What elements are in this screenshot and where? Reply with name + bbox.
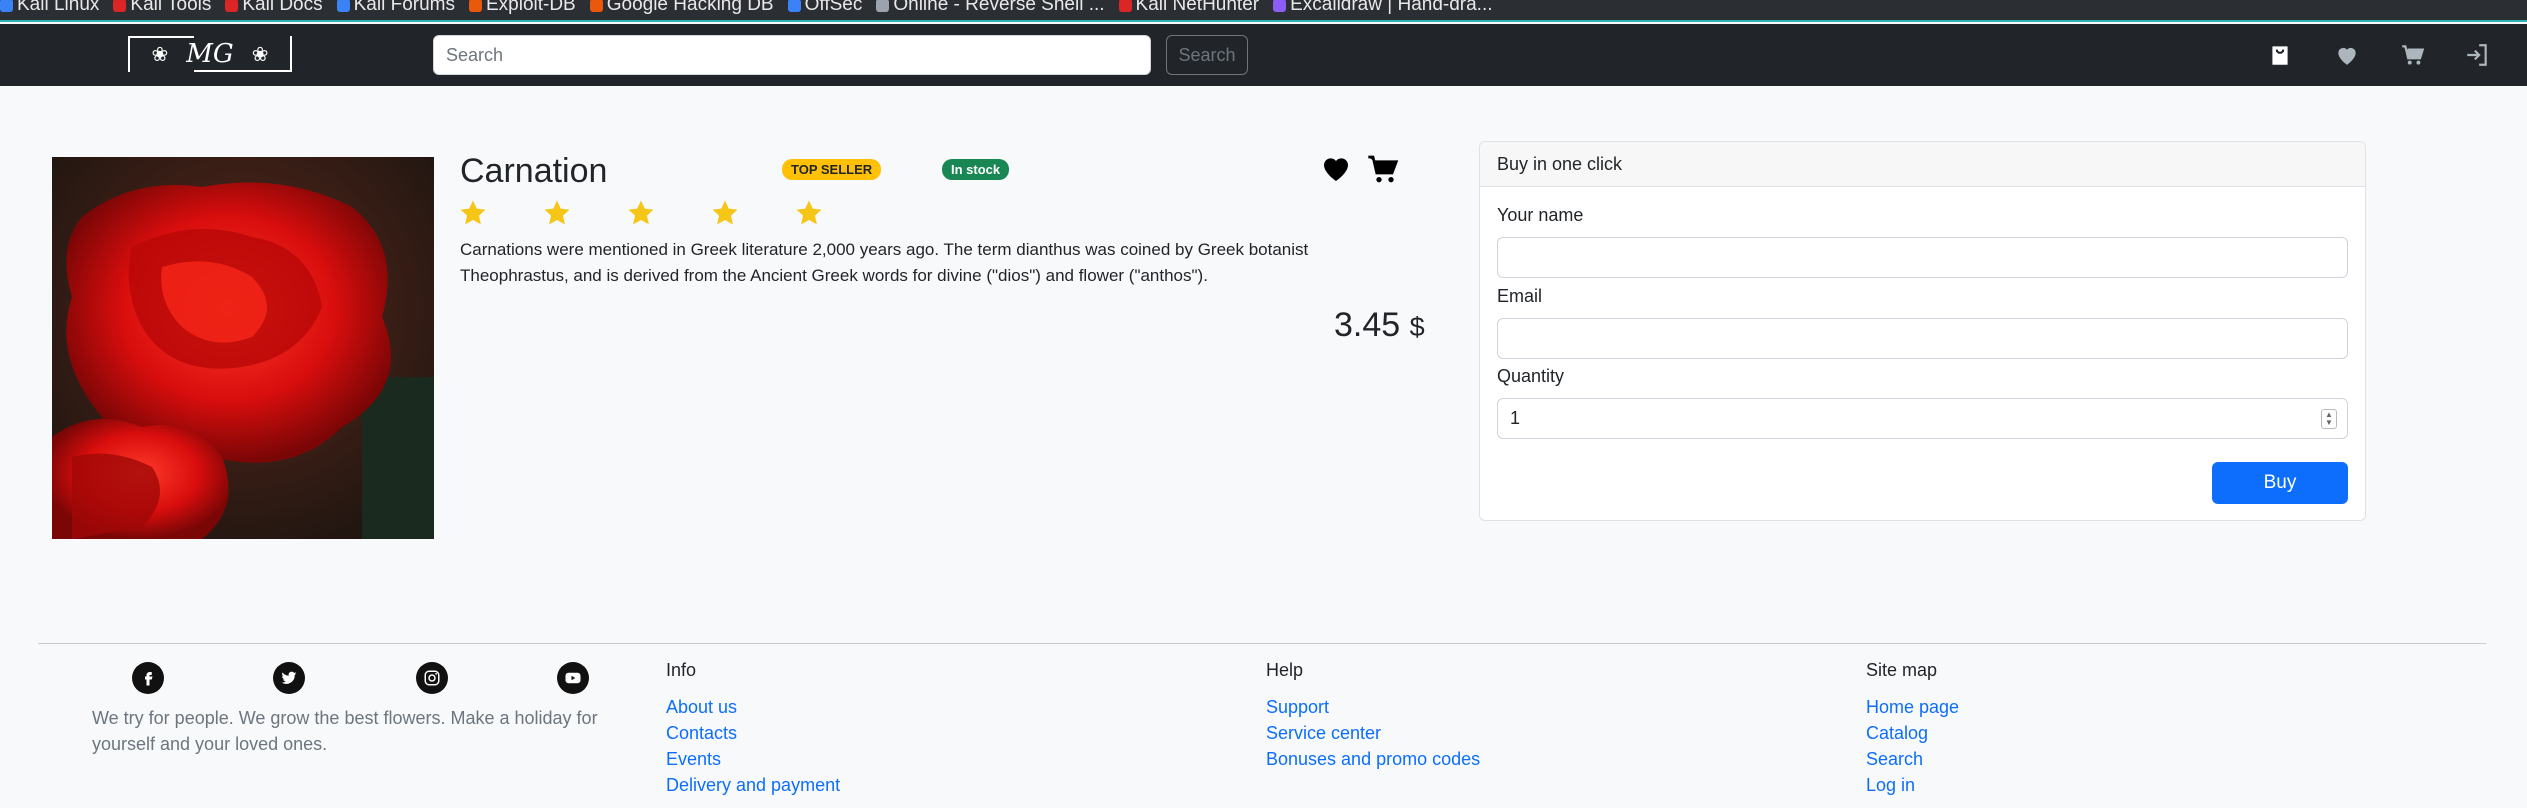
name-label: Your name xyxy=(1497,205,1584,225)
heart-icon[interactable] xyxy=(2334,42,2360,68)
star-icon xyxy=(460,200,486,225)
buy-one-click-card: Buy in one click Your name Email Quantit… xyxy=(1479,141,2366,521)
site-logo[interactable]: ❀ MG ❀ xyxy=(128,36,292,72)
footer-link-contacts[interactable]: Contacts xyxy=(666,720,840,746)
buy-button[interactable]: Buy xyxy=(2212,462,2348,504)
bookmark-label: OffSec xyxy=(804,0,863,15)
add-to-cart-icon[interactable] xyxy=(1367,153,1399,185)
price-value: 3.45 xyxy=(1334,306,1401,344)
footer-link-delivery[interactable]: Delivery and payment xyxy=(666,772,840,798)
shopping-bag-icon[interactable] xyxy=(2267,42,2293,68)
bookmark-item[interactable]: Google Hacking DB xyxy=(589,0,774,16)
footer-link-search[interactable]: Search xyxy=(1866,746,1959,772)
star-icon xyxy=(796,200,822,225)
search-button[interactable]: Search xyxy=(1166,35,1248,75)
cart-icon[interactable] xyxy=(2400,42,2426,68)
youtube-icon[interactable] xyxy=(557,662,589,694)
add-to-favorites-icon[interactable] xyxy=(1320,153,1352,185)
footer-link-home[interactable]: Home page xyxy=(1866,694,1959,720)
footer-sitemap-title: Site map xyxy=(1866,660,1938,680)
bookmarks-bar: Kali Linux Kali Tools Kali Docs Kali Forums… xyxy=(0,0,2527,22)
email-field[interactable] xyxy=(1497,318,2348,359)
bookmark-favicon-icon xyxy=(336,0,350,12)
bookmark-item[interactable]: Kali Linux xyxy=(0,0,99,16)
instagram-icon[interactable] xyxy=(416,662,448,694)
email-label: Email xyxy=(1497,286,1543,306)
bookmark-item[interactable]: Exploit-DB xyxy=(468,0,576,16)
bookmark-item[interactable]: Kali NetHunter xyxy=(1118,0,1260,16)
card-header: Buy in one click xyxy=(1480,142,2365,187)
bookmark-favicon-icon xyxy=(787,0,801,12)
footer-link-about[interactable]: About us xyxy=(666,694,840,720)
bookmark-item[interactable]: Kali Forums xyxy=(336,0,455,16)
footer-link-service-center[interactable]: Service center xyxy=(1266,720,1480,746)
facebook-icon[interactable] xyxy=(132,662,164,694)
footer-help-title: Help xyxy=(1266,660,1304,680)
bookmark-favicon-icon xyxy=(113,0,127,12)
bookmark-item[interactable]: Excalidraw | Hand-dra... xyxy=(1273,0,1493,16)
footer-info-title: Info xyxy=(666,660,697,680)
footer-divider xyxy=(38,643,2486,644)
product-price: 3.45 $ xyxy=(1334,306,1425,345)
product-description: Carnations were mentioned in Greek liter… xyxy=(460,240,1309,285)
bookmark-favicon-icon xyxy=(0,0,13,12)
bookmark-label: Kali Linux xyxy=(17,0,100,15)
footer-link-bonuses[interactable]: Bonuses and promo codes xyxy=(1266,746,1480,772)
bookmark-item[interactable]: Online - Reverse Shell ... xyxy=(876,0,1105,16)
bookmark-favicon-icon xyxy=(468,0,482,12)
bookmark-favicon-icon xyxy=(876,0,890,12)
bookmark-label: Kali Docs xyxy=(242,0,323,15)
bookmark-label: Excalidraw | Hand-dra... xyxy=(1290,0,1493,15)
bookmark-label: Online - Reverse Shell ... xyxy=(893,0,1105,15)
bookmark-label: Kali NetHunter xyxy=(1135,0,1260,15)
footer-help-column: Help Support Service center Bonuses and … xyxy=(1266,660,1480,772)
star-icon xyxy=(544,200,570,225)
price-currency: $ xyxy=(1409,312,1425,342)
quantity-label: Quantity xyxy=(1497,366,1565,386)
product-title: Carnation xyxy=(460,152,608,190)
footer-link-catalog[interactable]: Catalog xyxy=(1866,720,1959,746)
bookmark-label: Exploit-DB xyxy=(485,0,576,15)
lotus-icon: ❀ xyxy=(251,43,269,66)
twitter-icon[interactable] xyxy=(273,662,305,694)
footer-link-login[interactable]: Log in xyxy=(1866,772,1959,798)
top-seller-badge: TOP SELLER xyxy=(782,159,882,180)
star-icon xyxy=(628,200,654,225)
bookmark-favicon-icon xyxy=(1273,0,1287,12)
in-stock-badge: In stock xyxy=(942,159,1010,180)
login-icon[interactable] xyxy=(2464,42,2490,68)
navbar: ❀ MG ❀ Search xyxy=(0,24,2527,86)
bookmark-item[interactable]: Kali Tools xyxy=(113,0,211,16)
footer-info-column: Info About us Contacts Events Delivery a… xyxy=(666,660,840,798)
bookmark-item[interactable]: OffSec xyxy=(787,0,863,16)
lotus-icon: ❀ xyxy=(151,43,169,66)
footer-link-support[interactable]: Support xyxy=(1266,694,1480,720)
rating-stars xyxy=(458,198,824,228)
footer-tagline: We try for people. We grow the best flow… xyxy=(92,708,598,754)
product-image xyxy=(52,157,434,539)
footer-sitemap-column: Site map Home page Catalog Search Log in xyxy=(1866,660,1959,798)
search-input[interactable] xyxy=(433,35,1151,75)
bookmark-label: Google Hacking DB xyxy=(606,0,774,15)
quantity-spinner[interactable]: ▲ ▼ xyxy=(2321,409,2337,429)
bookmark-label: Kali Forums xyxy=(353,0,455,15)
name-field[interactable] xyxy=(1497,237,2348,278)
star-icon xyxy=(712,200,738,225)
bookmark-favicon-icon xyxy=(225,0,239,12)
bookmark-favicon-icon xyxy=(589,0,603,12)
quantity-stepper[interactable]: 1 ▲ ▼ xyxy=(1497,398,2348,439)
footer-link-events[interactable]: Events xyxy=(666,746,840,772)
quantity-value: 1 xyxy=(1510,408,1521,428)
bookmark-favicon-icon xyxy=(1118,0,1132,12)
bookmark-label: Kali Tools xyxy=(130,0,212,15)
bookmark-item[interactable]: Kali Docs xyxy=(225,0,323,16)
logo-text: MG xyxy=(186,39,234,69)
